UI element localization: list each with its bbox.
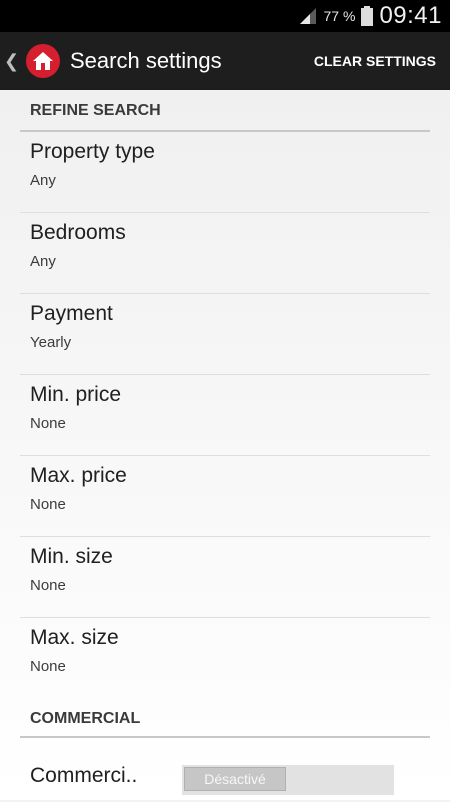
page-title: Search settings: [70, 48, 222, 73]
house-icon[interactable]: [26, 44, 60, 78]
pref-title: Min. price: [30, 383, 122, 406]
toggle-label: Commerci..: [30, 764, 138, 787]
pref-title: Max. price: [30, 464, 127, 487]
pref-max-price[interactable]: Max. price None: [20, 456, 430, 537]
pref-title: Bedrooms: [30, 221, 126, 244]
section-header-label: REFINE SEARCH: [30, 102, 161, 119]
pref-bedrooms[interactable]: Bedrooms Any: [20, 213, 430, 294]
settings-list: REFINE SEARCH Property type Any Bedrooms…: [0, 90, 450, 800]
pref-commercial[interactable]: Commerci.. Désactivé: [20, 752, 430, 802]
pref-summary: None: [30, 496, 66, 513]
pref-title: Property type: [30, 140, 155, 163]
pref-min-size[interactable]: Min. size None: [20, 537, 430, 618]
status-icons: 77 % 09:41: [298, 0, 442, 32]
battery-percent: 77 %: [323, 8, 356, 24]
pref-title: Payment: [30, 302, 113, 325]
pref-max-size[interactable]: Max. size None: [20, 618, 430, 698]
action-bar: ❮ Search settings CLEAR SETTINGS: [0, 32, 450, 90]
section-header-label: COMMERCIAL: [30, 710, 141, 727]
section-header-commercial: COMMERCIAL: [20, 698, 430, 738]
toggle-thumb[interactable]: Désactivé: [184, 767, 286, 791]
pref-property-type[interactable]: Property type Any: [20, 132, 430, 213]
pref-summary: Any: [30, 172, 56, 189]
house-glyph: [33, 52, 53, 70]
pref-title: Min. size: [30, 545, 113, 568]
commercial-toggle[interactable]: Désactivé: [182, 765, 394, 795]
pref-summary: None: [30, 415, 66, 432]
chevron-left-icon[interactable]: ❮: [4, 32, 19, 90]
section-header-refine-search: REFINE SEARCH: [20, 90, 430, 132]
battery-icon: [361, 6, 374, 26]
clear-settings-button[interactable]: CLEAR SETTINGS: [314, 32, 436, 90]
clock: 09:41: [379, 2, 442, 29]
pref-payment[interactable]: Payment Yearly: [20, 294, 430, 375]
pref-summary: Yearly: [30, 334, 72, 351]
pref-summary: Any: [30, 253, 56, 270]
status-bar: 77 % 09:41: [0, 0, 450, 32]
pref-title: Max. size: [30, 626, 119, 649]
signal-icon: [299, 8, 316, 24]
pref-summary: None: [30, 577, 66, 594]
pref-summary: None: [30, 658, 66, 675]
pref-min-price[interactable]: Min. price None: [20, 375, 430, 456]
